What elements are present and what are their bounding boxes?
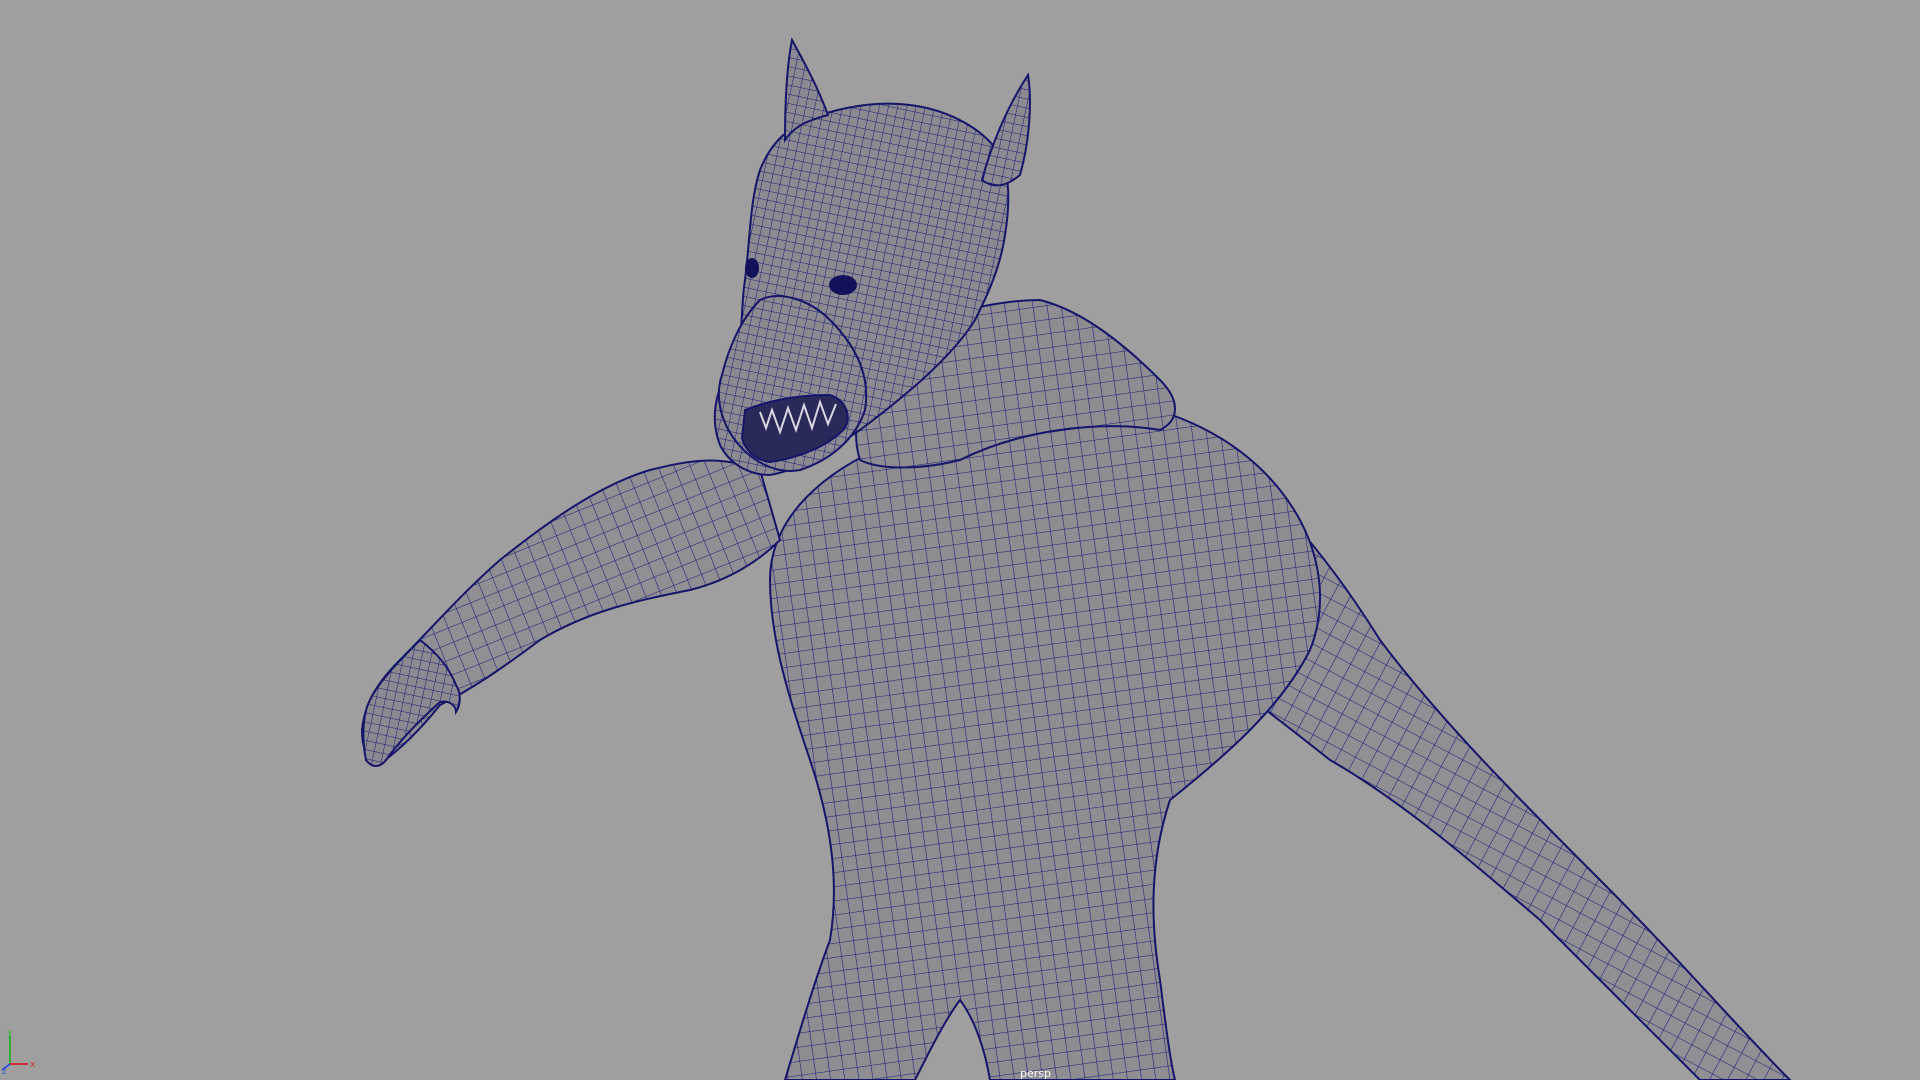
left-eye <box>745 258 759 278</box>
y-axis-label: y <box>7 1030 13 1038</box>
x-axis-label: x <box>30 1060 36 1070</box>
viewport-3d[interactable]: x y z persp <box>0 0 1920 1080</box>
torso-mesh <box>768 395 1321 1080</box>
right-eye <box>829 275 857 295</box>
werewolf-mesh[interactable] <box>0 0 1920 1080</box>
right-ear-mesh <box>980 72 1031 187</box>
axis-gizmo: x y z <box>2 1030 36 1074</box>
z-axis-label: z <box>2 1067 6 1074</box>
left-arm-mesh <box>360 459 782 767</box>
camera-label: persp <box>1020 1067 1051 1080</box>
